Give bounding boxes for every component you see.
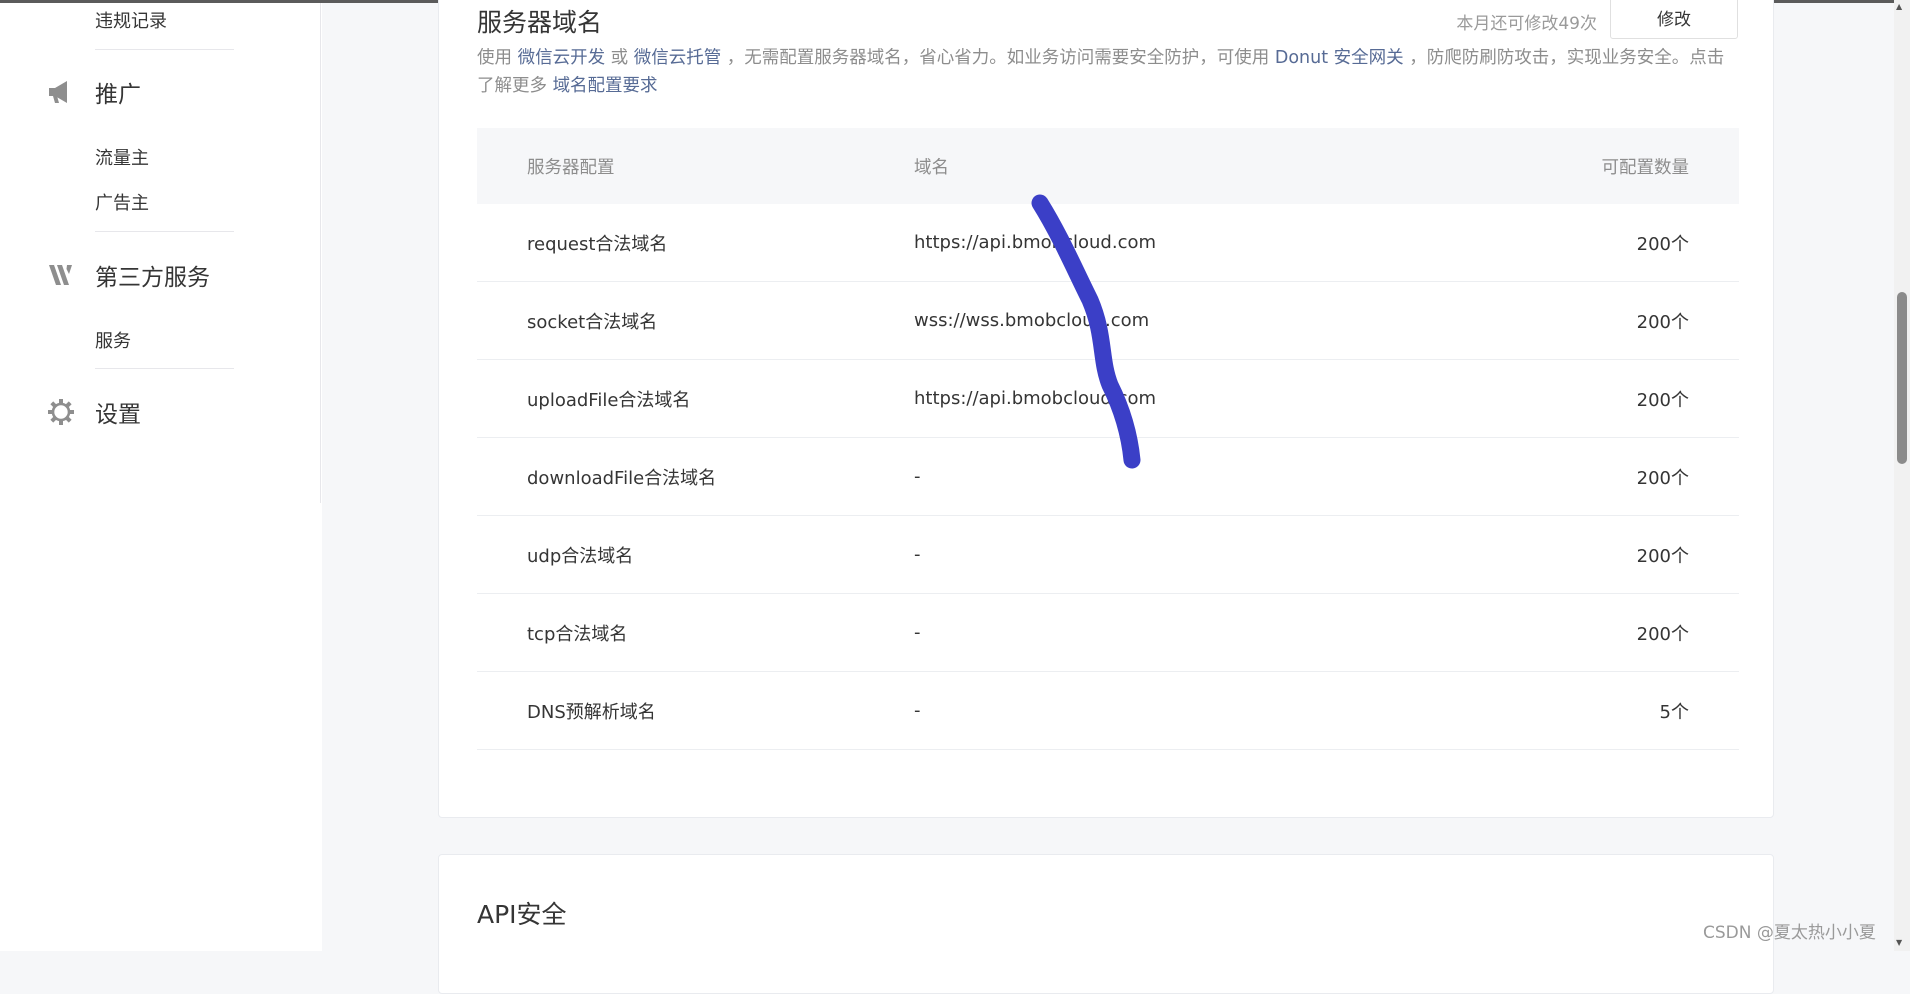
desc-text: ，无需配置服务器域名，省心省力。如业务访问需要安全防护，可使用 [721,48,1275,68]
sidebar: 违规记录 推广 流量主 广告主 第三方服务 服务 设置 [0,3,322,951]
sidebar-group-promotion[interactable]: 推广 [46,77,141,108]
config-name-cell: uploadFile合法域名 [527,389,691,411]
config-name-cell: socket合法域名 [527,311,658,333]
quantity-cell: 200个 [1636,545,1689,567]
config-name-cell: downloadFile合法域名 [527,467,717,489]
config-name-cell: request合法域名 [527,233,668,255]
sidebar-separator [95,49,234,50]
table-header: 服务器配置 域名 可配置数量 [477,128,1739,204]
quantity-cell: 5个 [1659,701,1689,723]
domain-cell: - [914,466,921,487]
quantity-cell: 200个 [1636,389,1689,411]
sidebar-separator [95,231,234,232]
table-row: udp合法域名 - 200个 [477,516,1739,594]
table-row: downloadFile合法域名 - 200个 [477,438,1739,516]
sidebar-item-advertiser[interactable]: 广告主 [95,189,149,215]
quantity-cell: 200个 [1636,467,1689,489]
megaphone-icon [46,77,76,107]
watermark: CSDN @夏太热小小夏 [1703,923,1876,943]
table-row: DNS预解析域名 - 5个 [477,672,1739,750]
quantity-cell: 200个 [1636,311,1689,333]
quantity-cell: 200个 [1636,233,1689,255]
desc-text: 或 [605,48,634,68]
domain-cell: https://api.bmobcloud.com [914,388,1157,409]
link-wechat-cloud-hosting[interactable]: 微信云托管 [634,48,722,68]
table-row: socket合法域名 wss://wss.bmobcloud.com 200个 [477,282,1739,360]
domain-cell: - [914,700,921,721]
link-donut-gateway[interactable]: Donut 安全网关 [1275,48,1404,68]
table-row: uploadFile合法域名 https://api.bmobcloud.com… [477,360,1739,438]
link-wechat-cloud-dev[interactable]: 微信云开发 [518,48,606,68]
vertical-scrollbar[interactable] [1894,0,1910,951]
third-party-service-icon [46,260,76,290]
sidebar-divider [320,3,321,503]
domain-cell: - [914,622,921,643]
desc-text: 使用 [477,48,518,68]
server-domain-card: 服务器域名 本月还可修改49次 修改 使用 微信云开发 或 微信云托管 ，无需配… [438,0,1774,818]
column-header-quantity: 可配置数量 [1601,157,1690,178]
scrollbar-thumb[interactable] [1897,292,1907,464]
link-domain-requirements[interactable]: 域名配置要求 [553,76,658,96]
table-row: tcp合法域名 - 200个 [477,594,1739,672]
section-description: 使用 微信云开发 或 微信云托管 ，无需配置服务器域名，省心省力。如业务访问需要… [477,44,1739,100]
sidebar-group-third-party[interactable]: 第三方服务 [46,260,210,291]
config-name-cell: DNS预解析域名 [527,701,656,723]
quantity-cell: 200个 [1636,623,1689,645]
sidebar-item-traffic-owner[interactable]: 流量主 [95,144,149,170]
domain-cell: https://api.bmobcloud.com [914,232,1157,253]
api-security-card: API安全 [438,854,1774,994]
domain-table: 服务器配置 域名 可配置数量 request合法域名 https://api.b… [477,128,1739,750]
domain-cell: wss://wss.bmobcloud.com [914,310,1150,331]
gear-icon [46,397,76,427]
sidebar-group-settings[interactable]: 设置 [46,397,141,428]
config-name-cell: tcp合法域名 [527,623,628,645]
scroll-down-arrow-icon[interactable]: ▼ [1896,938,1902,947]
domain-cell: - [914,544,921,565]
column-header-config: 服务器配置 [527,157,615,178]
sidebar-item-violation-records[interactable]: 违规记录 [95,7,167,33]
sidebar-item-services[interactable]: 服务 [95,327,131,353]
column-header-domain: 域名 [914,157,949,178]
sidebar-group-label: 第三方服务 [95,265,210,291]
sidebar-group-label: 设置 [95,402,141,428]
remaining-edits-text: 本月还可修改49次 [1456,14,1597,34]
config-name-cell: udp合法域名 [527,545,634,567]
scroll-up-arrow-icon[interactable]: ▲ [1896,2,1902,11]
section-title: API安全 [477,900,567,929]
section-title: 服务器域名 [477,8,603,37]
sidebar-separator [95,368,234,369]
sidebar-group-label: 推广 [95,82,141,108]
table-row: request合法域名 https://api.bmobcloud.com 20… [477,204,1739,282]
edit-button[interactable]: 修改 [1610,0,1738,39]
